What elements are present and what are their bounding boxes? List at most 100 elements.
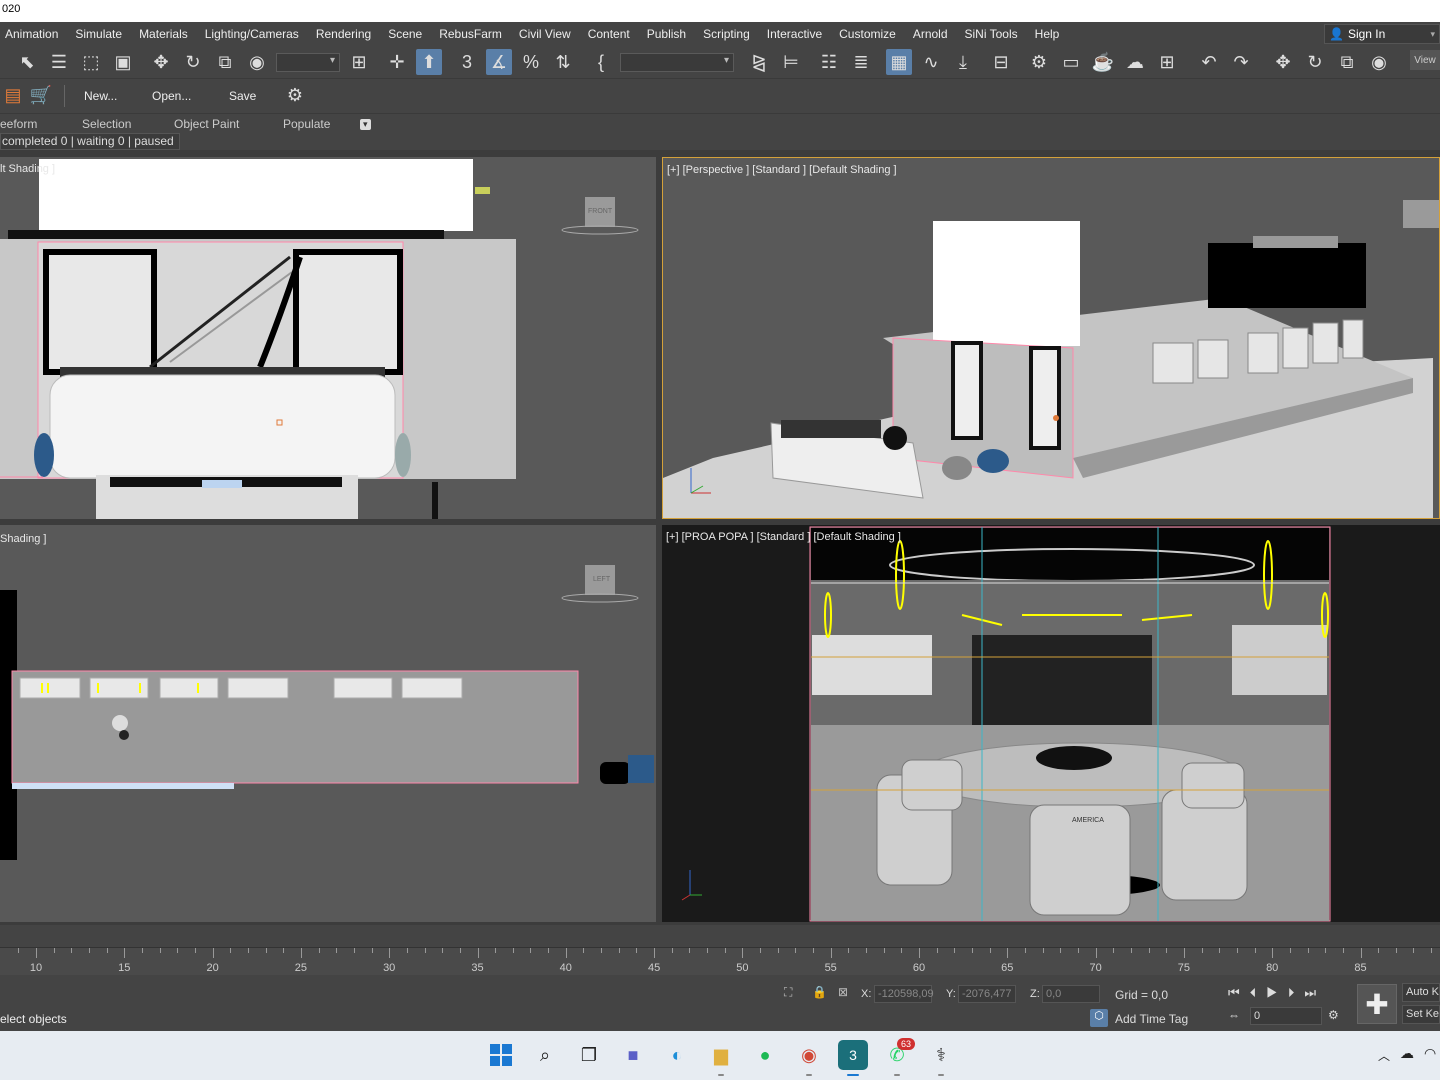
tab-populate[interactable]: Populate	[283, 117, 330, 131]
save-button[interactable]: Save	[229, 89, 256, 103]
viewport-camera-label[interactable]: [+] [PROA POPA ] [Standard ] [Default Sh…	[666, 531, 901, 543]
menu-publish[interactable]: Publish	[642, 27, 698, 41]
toggle-ribbon-icon[interactable]: ▦	[886, 49, 912, 75]
rotate-icon-2[interactable]: ↻	[1302, 49, 1328, 75]
scale-icon-2[interactable]: ⧉	[1334, 49, 1360, 75]
menu-content[interactable]: Content	[583, 27, 642, 41]
viewport-left[interactable]: Shading ] LEFT	[0, 525, 656, 922]
spinner-snap-icon[interactable]: ⇅	[550, 49, 576, 75]
z-field[interactable]: 0,0	[1042, 985, 1100, 1003]
named-selection-dropdown[interactable]	[620, 53, 734, 72]
undo-icon[interactable]: ↶	[1196, 49, 1222, 75]
3dsmax-icon[interactable]: 3	[838, 1040, 868, 1076]
menu-materials[interactable]: Materials	[134, 27, 200, 41]
render-grid-icon[interactable]: ⊞	[1154, 49, 1180, 75]
cart-icon[interactable]: 🛒	[28, 82, 54, 108]
tab-freeform[interactable]: eeform	[0, 117, 37, 131]
menu-simulate[interactable]: Simulate	[70, 27, 134, 41]
redo-icon[interactable]: ↷	[1228, 49, 1254, 75]
move-icon[interactable]: ✥	[148, 49, 174, 75]
viewport-perspective[interactable]: [+] [Perspective ] [Standard ] [Default …	[662, 157, 1440, 519]
app-icon[interactable]: ⚕	[926, 1040, 956, 1076]
layer-explorer-icon[interactable]: ≣	[848, 49, 874, 75]
menu-scene[interactable]: Scene	[383, 27, 434, 41]
rect-selection-icon[interactable]: ⬚	[78, 49, 104, 75]
menu-lighting-cameras[interactable]: Lighting/Cameras	[200, 27, 311, 41]
select-manipulate-icon[interactable]: ✛	[384, 49, 410, 75]
tray-chevron-icon[interactable]: ︿	[1378, 1047, 1390, 1064]
search-icon[interactable]: ⌕	[530, 1040, 560, 1070]
viewport-camera[interactable]: [+] [PROA POPA ] [Standard ] [Default Sh…	[662, 525, 1440, 922]
open-button[interactable]: Open...	[152, 89, 191, 103]
timeline[interactable]: 10 15 20 25 30 35 40 45 50 55 60 65 70 75 80 85	[0, 925, 1440, 975]
menu-interactive[interactable]: Interactive	[762, 27, 834, 41]
edge-icon[interactable]: ◐	[662, 1040, 692, 1070]
percent-snap-icon[interactable]: %	[518, 49, 544, 75]
next-frame-icon[interactable]: ⏵	[1288, 985, 1305, 1000]
menu-rebusfarm[interactable]: RebusFarm	[434, 27, 514, 41]
viewport-front[interactable]: lt Shading ] FRONT	[0, 157, 656, 519]
key-mode-icon[interactable]: ⇔	[1228, 1008, 1240, 1022]
viewport-left-label[interactable]: Shading ]	[0, 533, 46, 545]
play-icon[interactable]: ▶	[1266, 985, 1288, 1000]
frame-field[interactable]: 0	[1250, 1007, 1322, 1025]
reference-coord-dropdown[interactable]	[276, 53, 340, 72]
tab-selection[interactable]: Selection	[82, 117, 131, 131]
keyboard-shortcut-icon[interactable]: ⬆	[416, 49, 442, 75]
menu-rendering[interactable]: Rendering	[311, 27, 383, 41]
viewport-perspective-label[interactable]: [+] [Perspective ] [Standard ] [Default …	[667, 164, 897, 176]
edit-named-selection-icon[interactable]: {	[588, 49, 614, 75]
file-explorer-icon[interactable]: ▆	[706, 1040, 736, 1076]
task-view-icon[interactable]: ❐	[574, 1040, 604, 1070]
x-field[interactable]: -120598,09	[874, 985, 934, 1003]
render-production-icon[interactable]: ☕	[1090, 49, 1116, 75]
menu-arnold[interactable]: Arnold	[908, 27, 960, 41]
menu-animation[interactable]: Animation	[0, 27, 70, 41]
rendered-frame-icon[interactable]: ▭	[1058, 49, 1084, 75]
viewport-front-label[interactable]: lt Shading ]	[0, 163, 55, 175]
time-tag-icon[interactable]: ⬡	[1090, 1009, 1108, 1027]
tab-object-paint[interactable]: Object Paint	[174, 117, 239, 131]
schematic-view-icon[interactable]: ⤓	[950, 49, 976, 75]
calculator-icon[interactable]: ▤	[0, 82, 26, 108]
teams-icon[interactable]: ■	[618, 1040, 648, 1070]
render-cloud-icon[interactable]: ☁	[1122, 49, 1148, 75]
select-object-icon[interactable]: ⬉	[14, 49, 40, 75]
select-by-name-icon[interactable]: ☰	[46, 49, 72, 75]
scale-icon[interactable]: ⧉	[212, 49, 238, 75]
go-start-icon[interactable]: ⏮	[1228, 985, 1250, 1000]
curve-editor-icon[interactable]: ∿	[918, 49, 944, 75]
sign-in-button[interactable]: 👤 Sign In ▾	[1324, 24, 1440, 44]
menu-sini-tools[interactable]: SiNi Tools	[960, 27, 1030, 41]
wifi-icon[interactable]: ◠	[1424, 1045, 1436, 1062]
mirror-icon[interactable]: ⧎	[746, 49, 772, 75]
move-icon-2[interactable]: ✥	[1270, 49, 1296, 75]
render-settings-icon[interactable]: ⚙	[282, 82, 308, 108]
new-button[interactable]: New...	[84, 89, 117, 103]
menu-civil-view[interactable]: Civil View	[514, 27, 583, 41]
y-field[interactable]: -2076,477	[958, 985, 1016, 1003]
snaps-toggle-icon[interactable]: 3	[454, 49, 480, 75]
ribbon-options-icon[interactable]: ▾	[360, 119, 371, 130]
auto-key-button[interactable]: Auto Ke	[1402, 983, 1440, 1002]
isolate-icon[interactable]: ⛶	[784, 985, 792, 1000]
windows-start-icon[interactable]	[486, 1040, 516, 1070]
time-ruler[interactable]: 10 15 20 25 30 35 40 45 50 55 60 65 70 75 80 85	[0, 947, 1440, 975]
viewcube-front[interactable]: FRONT	[588, 208, 612, 215]
angle-snap-icon[interactable]: ∡	[486, 49, 512, 75]
spotify-icon[interactable]: ●	[750, 1040, 780, 1070]
set-key-button[interactable]: Set Ke	[1402, 1005, 1440, 1024]
absolute-mode-icon[interactable]: ⊠	[838, 985, 848, 999]
prev-frame-icon[interactable]: ⏴	[1250, 985, 1267, 1000]
add-time-tag-button[interactable]: Add Time Tag	[1115, 1012, 1188, 1026]
window-crossing-icon[interactable]: ▣	[110, 49, 136, 75]
place-icon-2[interactable]: ◉	[1366, 49, 1392, 75]
render-setup-icon[interactable]: ⚙	[1026, 49, 1052, 75]
pivot-icon[interactable]: ⊞	[346, 49, 372, 75]
menu-help[interactable]: Help	[1030, 27, 1072, 41]
place-icon[interactable]: ◉	[244, 49, 270, 75]
view-button[interactable]: View	[1410, 50, 1440, 70]
chrome-icon[interactable]: ◉	[794, 1040, 824, 1076]
viewcube-left[interactable]: LEFT	[593, 576, 610, 583]
material-editor-icon[interactable]: ⊟	[988, 49, 1014, 75]
